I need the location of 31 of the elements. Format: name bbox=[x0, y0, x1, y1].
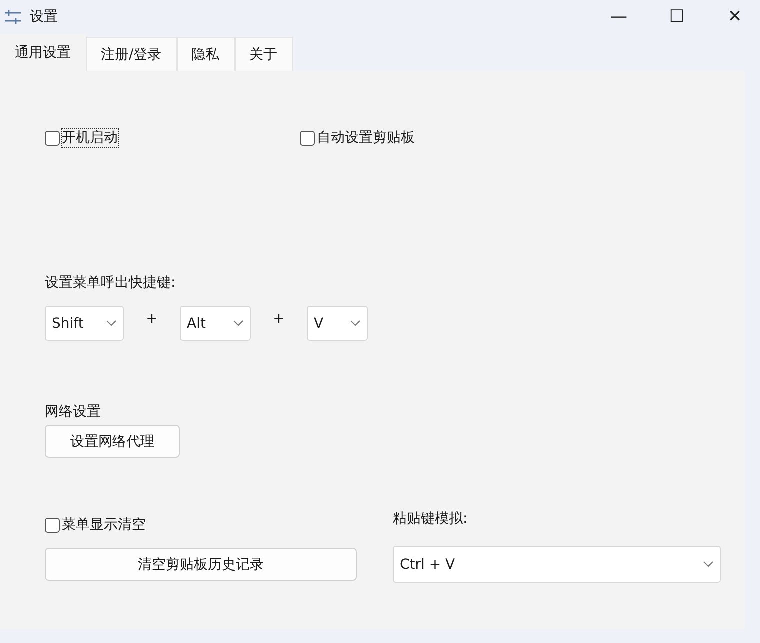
checkbox[interactable]: 开机启动 bbox=[45, 129, 300, 147]
proxy-button[interactable]: 设置网络代理 bbox=[45, 425, 180, 458]
paste-label: 粘贴键模拟: bbox=[393, 510, 468, 528]
plus-sign: + bbox=[272, 310, 286, 326]
chevron-down-icon bbox=[233, 320, 244, 327]
chevron-down-icon bbox=[106, 320, 117, 327]
checkbox-box[interactable] bbox=[300, 130, 315, 146]
clear-history-button[interactable]: 清空剪贴板历史记录 bbox=[45, 548, 357, 581]
hotkey-label: 设置菜单呼出快捷键: bbox=[45, 274, 176, 292]
tab[interactable]: 注册/登录 bbox=[86, 37, 177, 71]
chevron-down-icon bbox=[703, 561, 714, 568]
tab[interactable]: 关于 bbox=[234, 37, 293, 71]
paste-dropdown[interactable]: Ctrl + V bbox=[393, 546, 721, 583]
key-dropdown[interactable]: Shift bbox=[45, 306, 124, 341]
checkbox-box[interactable] bbox=[45, 518, 60, 532]
window-title: 设置 bbox=[30, 8, 58, 26]
window-control[interactable]: — bbox=[594, 7, 644, 27]
window-control[interactable]: ✕ bbox=[710, 7, 760, 27]
network-label: 网络设置 bbox=[45, 403, 101, 421]
key-dropdown[interactable]: Alt bbox=[180, 306, 251, 341]
sliders-icon bbox=[4, 9, 22, 25]
chevron-down-icon bbox=[350, 320, 361, 327]
checkbox-box[interactable] bbox=[45, 130, 60, 146]
checkbox-label: 菜单显示清空 bbox=[62, 516, 146, 534]
checkbox-label: 开机启动 bbox=[62, 129, 118, 147]
plus-sign: + bbox=[145, 310, 159, 326]
tab[interactable]: 通用设置 bbox=[0, 34, 86, 71]
tab[interactable]: 隐私 bbox=[176, 37, 235, 71]
window-control[interactable]: ☐ bbox=[652, 7, 702, 27]
checkbox[interactable]: 菜单显示清空 bbox=[45, 516, 393, 534]
key-dropdown[interactable]: V bbox=[307, 306, 368, 341]
